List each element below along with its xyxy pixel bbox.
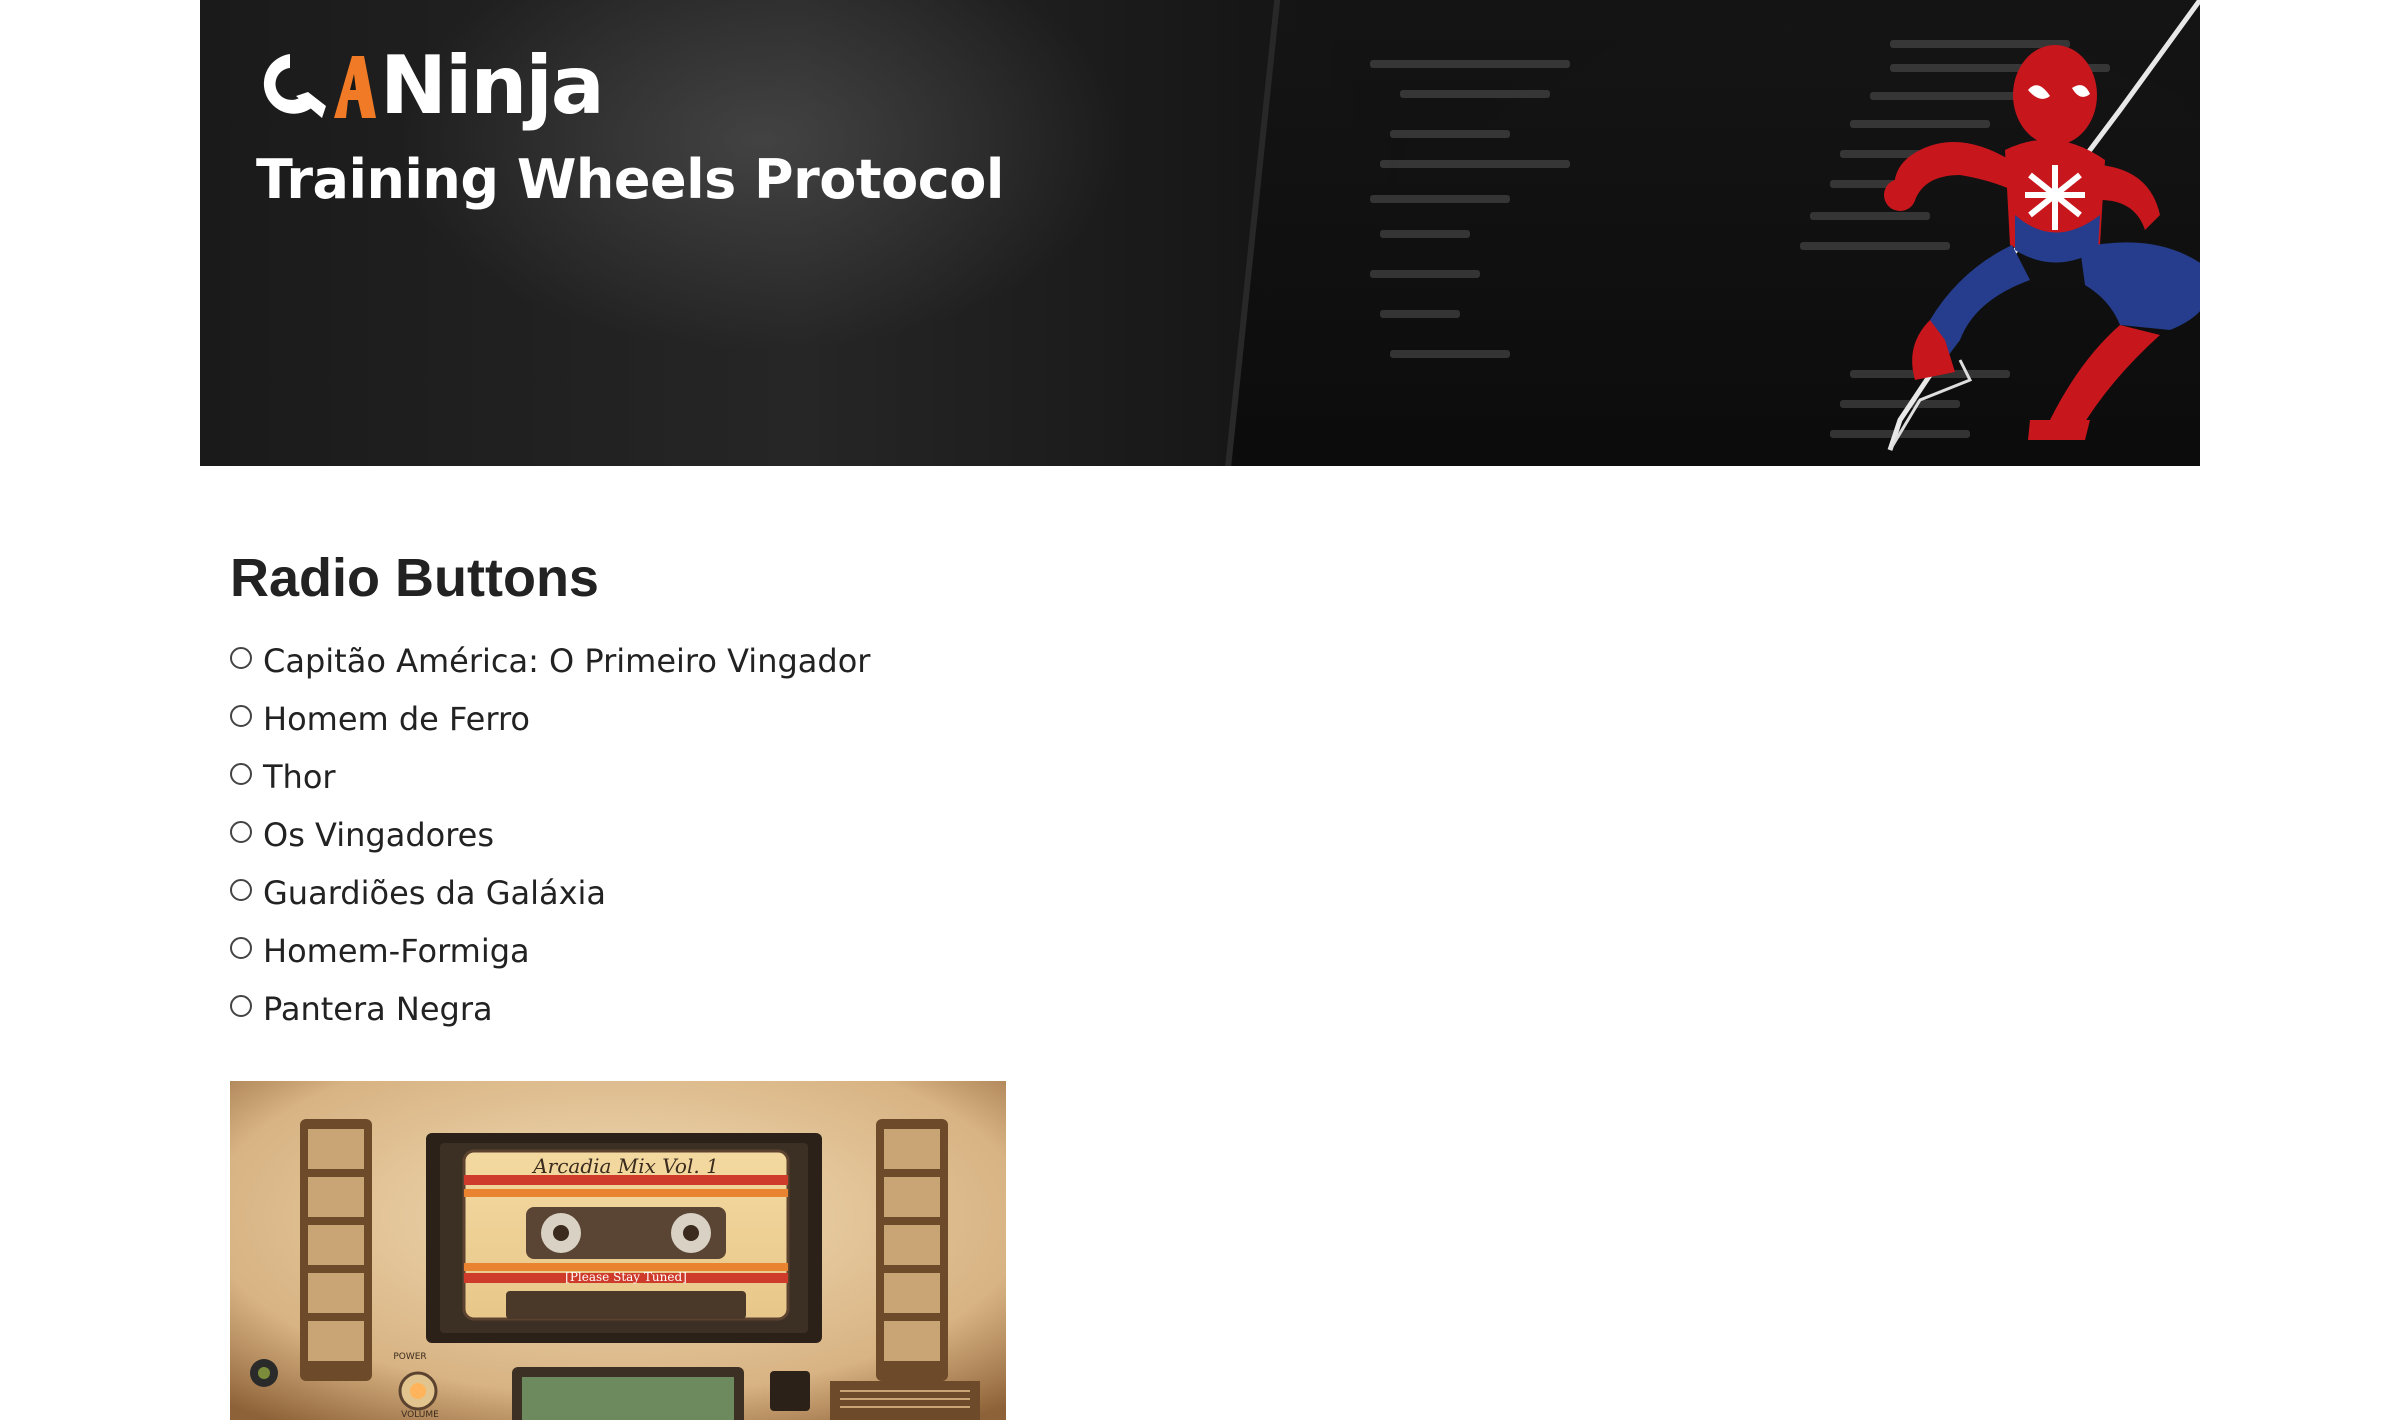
radio-button[interactable]: [230, 647, 252, 669]
qa-logo-mark: [256, 48, 376, 124]
radio-button[interactable]: [230, 821, 252, 843]
page-title: Radio Buttons: [230, 548, 599, 608]
radio-button[interactable]: [230, 995, 252, 1017]
radio-label[interactable]: Pantera Negra: [263, 989, 493, 1029]
radio-label[interactable]: Homem-Formiga: [263, 931, 530, 971]
radio-group: Capitão América: O Primeiro Vingador Hom…: [230, 632, 870, 1038]
power-label: POWER: [393, 1352, 426, 1362]
radio-option[interactable]: Pantera Negra: [230, 980, 870, 1038]
spiderman-figure-icon: [1560, 0, 2200, 466]
header-banner: Ninja Training Wheels Protocol: [200, 0, 2200, 466]
radio-label[interactable]: Capitão América: O Primeiro Vingador: [263, 641, 870, 681]
radio-option[interactable]: Guardiões da Galáxia: [230, 864, 870, 922]
tape-subtitle: [Please Stay Tuned]: [565, 1270, 687, 1284]
volume-label: VOLUME: [401, 1410, 439, 1420]
radio-button[interactable]: [230, 879, 252, 901]
radio-option[interactable]: Homem-Formiga: [230, 922, 870, 980]
qaninja-logo[interactable]: Ninja: [256, 36, 605, 136]
radio-label[interactable]: Homem de Ferro: [263, 699, 530, 739]
radio-label[interactable]: Guardiões da Galáxia: [263, 873, 606, 913]
main-content: Radio Buttons Capitão América: O Primeir…: [230, 530, 870, 1038]
tape-title: Arcadia Mix Vol. 1: [531, 1154, 719, 1178]
radio-option[interactable]: Os Vingadores: [230, 806, 870, 864]
radio-button[interactable]: [230, 763, 252, 785]
radio-label[interactable]: Os Vingadores: [263, 815, 494, 855]
logo-wordmark: Ninja: [380, 39, 605, 132]
radio-button[interactable]: [230, 937, 252, 959]
radio-option[interactable]: Homem de Ferro: [230, 690, 870, 748]
radio-button[interactable]: [230, 705, 252, 727]
radio-option[interactable]: Capitão América: O Primeiro Vingador: [230, 632, 870, 690]
radio-option[interactable]: Thor: [230, 748, 870, 806]
radio-label[interactable]: Thor: [263, 757, 336, 797]
site-subtitle: Training Wheels Protocol: [256, 148, 1004, 211]
mixtape-image: Arcadia Mix Vol. 1 [Please Stay Tuned] P…: [230, 1081, 1006, 1420]
